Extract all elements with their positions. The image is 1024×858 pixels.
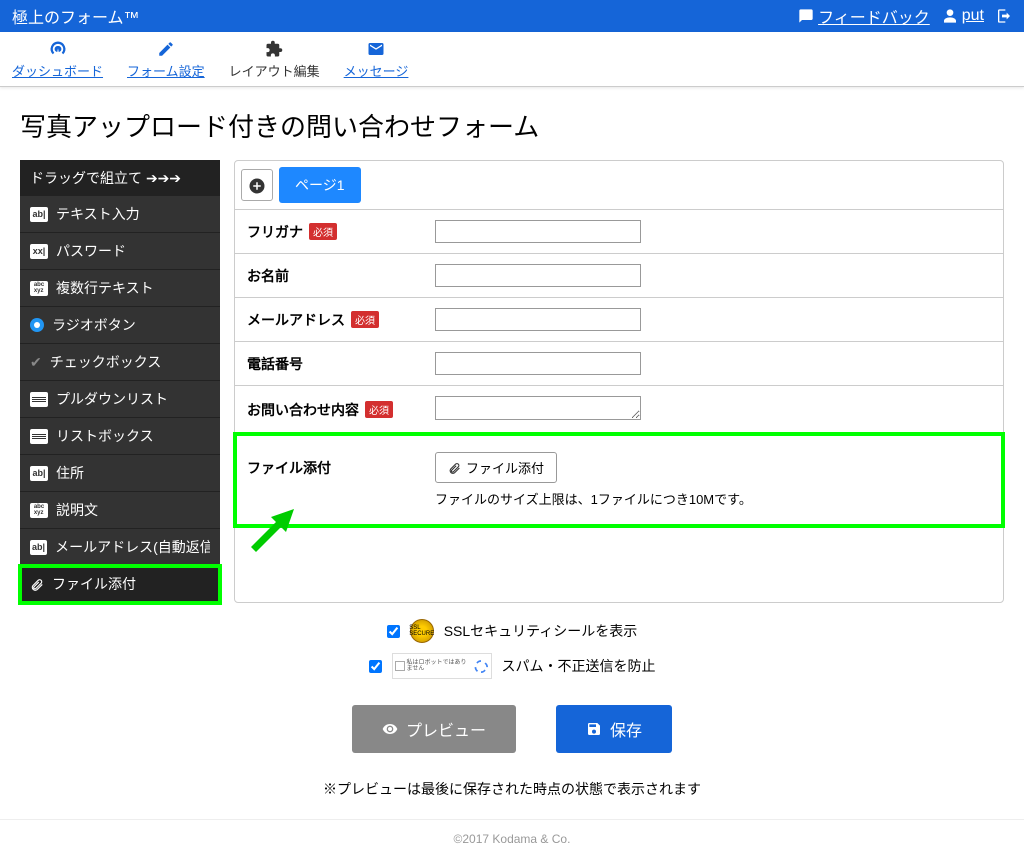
multiline-field-icon: abcxyz bbox=[30, 503, 48, 518]
palette-file-attach[interactable]: ファイル添付 bbox=[20, 566, 220, 603]
eye-icon bbox=[382, 720, 398, 738]
field-email[interactable]: メールアドレス 必須 bbox=[235, 298, 1003, 342]
page-title: 写真アップロード付きの問い合わせフォーム bbox=[0, 87, 1024, 160]
preview-note: ※プレビューは最後に保存された時点の状態で表示されます bbox=[0, 763, 1024, 819]
spam-checkbox[interactable] bbox=[369, 660, 382, 673]
check-icon: ✔ bbox=[30, 354, 42, 371]
add-page-button[interactable] bbox=[241, 169, 273, 201]
paperclip-icon bbox=[30, 576, 44, 592]
phone-input[interactable] bbox=[435, 352, 641, 375]
nav-messages[interactable]: メッセージ bbox=[344, 38, 409, 80]
password-field-icon: xx| bbox=[30, 244, 48, 259]
nav-form-settings[interactable]: フォーム設定 bbox=[127, 38, 205, 80]
user-icon bbox=[942, 7, 958, 25]
dashboard-icon bbox=[49, 38, 67, 59]
brand-title: 極上のフォーム™ bbox=[12, 4, 140, 28]
action-buttons: プレビュー 保存 bbox=[0, 695, 1024, 763]
field-palette: ドラッグで組立て ➔ ➔ ➔ ab| テキスト入力 xx| パスワード abcx… bbox=[20, 160, 220, 603]
palette-address[interactable]: ab| 住所 bbox=[20, 455, 220, 492]
arrows-icon: ➔ ➔ ➔ bbox=[146, 170, 179, 187]
paperclip-icon bbox=[448, 460, 461, 475]
plus-icon bbox=[248, 175, 266, 196]
palette-listbox[interactable]: リストボックス bbox=[20, 418, 220, 455]
required-badge: 必須 bbox=[365, 401, 393, 418]
preview-button[interactable]: プレビュー bbox=[352, 705, 516, 753]
top-header: 極上のフォーム™ フィードバック put bbox=[0, 0, 1024, 32]
text-field-icon: ab| bbox=[30, 540, 47, 555]
field-inquiry[interactable]: お問い合わせ内容 必須 bbox=[235, 386, 1003, 434]
palette-password[interactable]: xx| パスワード bbox=[20, 233, 220, 270]
required-badge: 必須 bbox=[309, 223, 337, 240]
file-size-help: ファイルのサイズ上限は、1ファイルにつき10Mです。 bbox=[435, 489, 752, 508]
palette-text-input[interactable]: ab| テキスト入力 bbox=[20, 196, 220, 233]
field-name[interactable]: お名前 bbox=[235, 254, 1003, 298]
field-furigana[interactable]: フリガナ 必須 bbox=[235, 210, 1003, 254]
ssl-seal-icon: SSLSECURE bbox=[410, 619, 434, 643]
palette-description[interactable]: abcxyz 説明文 bbox=[20, 492, 220, 529]
option-ssl: SSLSECURE SSLセキュリティシールを表示 bbox=[387, 619, 638, 643]
puzzle-icon bbox=[265, 38, 283, 59]
text-field-icon: ab| bbox=[30, 466, 48, 481]
multiline-field-icon: abcxyz bbox=[30, 281, 48, 296]
form-options: SSLSECURE SSLセキュリティシールを表示 私はロボットではありません … bbox=[0, 603, 1024, 695]
user-link[interactable]: put bbox=[942, 7, 984, 25]
recaptcha-preview: 私はロボットではありません bbox=[392, 653, 492, 679]
ssl-checkbox[interactable] bbox=[387, 625, 400, 638]
field-phone[interactable]: 電話番号 bbox=[235, 342, 1003, 386]
pencil-icon bbox=[157, 38, 175, 59]
envelope-icon bbox=[367, 38, 385, 59]
palette-email-autoreply[interactable]: ab| メールアドレス(自動返信) bbox=[20, 529, 220, 566]
save-button[interactable]: 保存 bbox=[556, 705, 672, 753]
recaptcha-icon bbox=[473, 658, 489, 674]
nav-layout-edit[interactable]: レイアウト編集 bbox=[229, 38, 320, 80]
furigana-input[interactable] bbox=[435, 220, 641, 243]
field-file-attach[interactable]: ファイル添付 ファイル添付 ファイルのサイズ上限は、1ファイルにつき10Mです。 bbox=[235, 434, 1003, 526]
file-attach-button[interactable]: ファイル添付 bbox=[435, 452, 557, 483]
nav-dashboard[interactable]: ダッシュボード bbox=[12, 38, 103, 80]
palette-multiline[interactable]: abcxyz 複数行テキスト bbox=[20, 270, 220, 307]
footer: ©2017 Kodama & Co. bbox=[0, 819, 1024, 858]
save-icon bbox=[586, 720, 602, 738]
logout-icon[interactable] bbox=[996, 7, 1012, 25]
radio-icon bbox=[30, 318, 44, 332]
tab-page1[interactable]: ページ1 bbox=[279, 167, 361, 203]
inquiry-textarea[interactable] bbox=[435, 396, 641, 420]
feedback-link[interactable]: フィードバック bbox=[798, 4, 930, 28]
list-icon bbox=[30, 392, 48, 407]
form-builder: ページ1 フリガナ 必須 お名前 メールアドレス 必須 bbox=[234, 160, 1004, 603]
comment-icon bbox=[798, 7, 814, 25]
palette-dropdown[interactable]: プルダウンリスト bbox=[20, 381, 220, 418]
palette-radio[interactable]: ラジオボタン bbox=[20, 307, 220, 344]
navbar: ダッシュボード フォーム設定 レイアウト編集 メッセージ bbox=[0, 32, 1024, 87]
name-input[interactable] bbox=[435, 264, 641, 287]
option-spam: 私はロボットではありません スパム・不正送信を防止 bbox=[369, 653, 656, 679]
email-input[interactable] bbox=[435, 308, 641, 331]
required-badge: 必須 bbox=[351, 311, 379, 328]
sidebar-header: ドラッグで組立て ➔ ➔ ➔ bbox=[20, 160, 220, 196]
palette-checkbox[interactable]: ✔ チェックボックス bbox=[20, 344, 220, 381]
text-field-icon: ab| bbox=[30, 207, 48, 222]
page-tabs: ページ1 bbox=[235, 161, 1003, 210]
list-icon bbox=[30, 429, 48, 444]
